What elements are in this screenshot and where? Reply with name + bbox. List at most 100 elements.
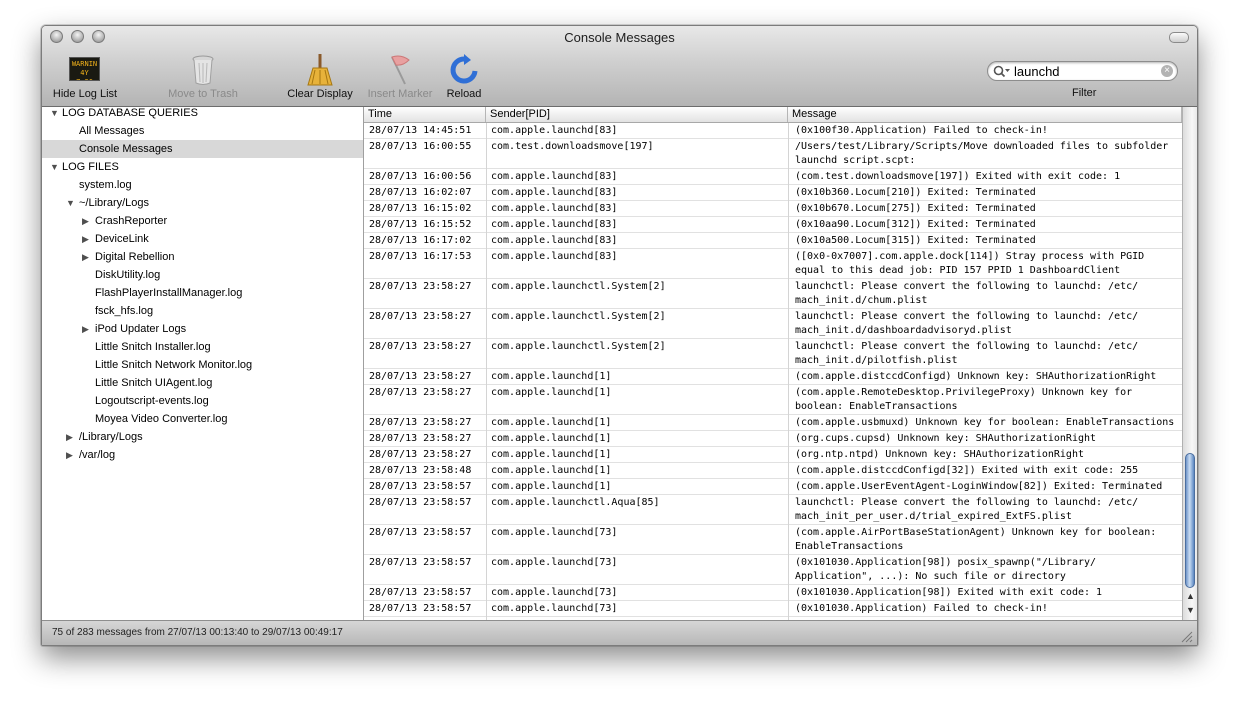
sidebar-item[interactable]: ▼ ~/Library/Logs	[42, 194, 363, 212]
sidebar-item[interactable]: ▶ /Library/Logs	[42, 428, 363, 446]
sidebar-item-label: LOG FILES	[62, 161, 119, 173]
sidebar-item[interactable]: ▶ DeviceLink	[42, 230, 363, 248]
sidebar-item[interactable]: system.log	[42, 176, 363, 194]
sidebar-item[interactable]: Console Messages	[42, 140, 363, 158]
toolbar-toggle-button[interactable]	[1169, 32, 1189, 43]
sidebar-item[interactable]: Little Snitch Network Monitor.log	[42, 356, 363, 374]
log-list-sidebar: ▼ LOG DATABASE QUERIES All Messages Console…	[42, 107, 364, 620]
clear-search-icon[interactable]: ×	[1161, 65, 1173, 77]
sender-cell: com.apple.launchd[1]	[491, 371, 612, 382]
sidebar-item-label: system.log	[79, 179, 132, 191]
sidebar-item-label: DeviceLink	[95, 233, 149, 245]
message-cell: (0x101030.Application[98]) Exited with e…	[795, 587, 1103, 598]
disclosure-open-icon[interactable]: ▼	[50, 104, 59, 122]
sender-cell: com.test.downloadsmove[197]	[491, 141, 654, 152]
disclosure-closed-icon[interactable]: ▶	[66, 428, 73, 446]
sidebar-item[interactable]: Little Snitch UIAgent.log	[42, 374, 363, 392]
message-cell: launchctl: Please convert the following …	[795, 497, 1139, 522]
filter-search-field[interactable]: ×	[987, 61, 1178, 81]
status-text: 75 of 283 messages from 27/07/13 00:13:4…	[52, 627, 343, 638]
sender-cell: com.apple.launchd[73]	[491, 557, 618, 568]
warning-log-icon: WARNIN 4Y 7:36	[69, 57, 100, 81]
marker-flag-icon	[391, 55, 410, 85]
sidebar-item[interactable]: ▼ LOG FILES	[42, 158, 363, 176]
time-cell: 28/07/13 23:58:27	[369, 417, 472, 428]
message-cell: (com.test.downloadsmove[197]) Exited wit…	[795, 171, 1121, 182]
sidebar-item-label: iPod Updater Logs	[95, 323, 187, 335]
hide-log-list-button[interactable]: WARNIN 4Y 7:36 Hide Log List	[51, 54, 119, 100]
disclosure-closed-icon[interactable]: ▶	[82, 230, 89, 248]
time-cell: 28/07/13 23:58:27	[369, 449, 472, 460]
message-cell: ([0x0-0x7007].com.apple.dock[114]) Stray…	[795, 251, 1145, 276]
time-cell: 28/07/13 23:58:57	[369, 497, 472, 508]
message-cell: launchctl: Please convert the following …	[795, 341, 1139, 366]
scrollbar-thumb[interactable]	[1185, 453, 1195, 588]
sidebar-item-label: fsck_hfs.log	[95, 305, 154, 317]
sidebar-item[interactable]: Logoutscript-events.log	[42, 392, 363, 410]
filter-label: Filter	[1072, 87, 1097, 99]
sidebar-item[interactable]: Moyea Video Converter.log	[42, 410, 363, 428]
message-cell: (0x101030.Application) Failed to check-i…	[795, 603, 1048, 614]
sidebar-item-label: All Messages	[79, 125, 145, 137]
time-cell: 28/07/13 16:15:02	[369, 203, 472, 214]
time-cell: 28/07/13 16:00:55	[369, 141, 472, 152]
sidebar-item-label: /Library/Logs	[79, 431, 143, 443]
clear-display-button[interactable]: Clear Display	[284, 54, 356, 100]
sender-cell: com.apple.launchd[1]	[491, 417, 612, 428]
column-header-time[interactable]: Time	[364, 107, 486, 122]
disclosure-open-icon[interactable]: ▼	[66, 194, 75, 212]
message-cell: (com.apple.distccdConfigd) Unknown key: …	[795, 371, 1157, 382]
scroll-up-arrow-icon[interactable]: ▲	[1186, 591, 1195, 601]
time-cell: 28/07/13 16:02:07	[369, 187, 472, 198]
scroll-down-arrow-icon[interactable]: ▼	[1186, 605, 1195, 615]
move-to-trash-button[interactable]: Move to Trash	[162, 54, 244, 100]
column-header-sender[interactable]: Sender[PID]	[486, 107, 788, 122]
sidebar-item[interactable]: FlashPlayerInstallManager.log	[42, 284, 363, 302]
message-cell: (0x10aa90.Locum[312]) Exited: Terminated	[795, 219, 1036, 230]
sidebar-item[interactable]: All Messages	[42, 122, 363, 140]
time-cell: 28/07/13 16:17:02	[369, 235, 472, 246]
sidebar-item[interactable]: ▶ Digital Rebellion	[42, 248, 363, 266]
sender-cell: com.apple.launchd[83]	[491, 125, 618, 136]
sender-cell: com.apple.launchctl.Aqua[85]	[491, 497, 660, 508]
sidebar-item[interactable]: ▼ LOG DATABASE QUERIES	[42, 104, 363, 122]
disclosure-closed-icon[interactable]: ▶	[82, 248, 89, 266]
title-toolbar: Console Messages WARNIN 4Y 7:36 Hide Log…	[42, 26, 1197, 107]
message-cell: /Users/test/Library/Scripts/Move downloa…	[795, 141, 1169, 166]
message-cell: (org.ntp.ntpd) Unknown key: SHAuthorizat…	[795, 449, 1084, 460]
reload-button[interactable]: Reload	[444, 54, 484, 100]
time-cell: 28/07/13 23:58:27	[369, 281, 472, 292]
message-cell: (com.apple.usbmuxd) Unknown key for bool…	[795, 417, 1175, 428]
time-cell: 28/07/13 14:45:51	[369, 125, 472, 136]
sidebar-item[interactable]: Little Snitch Installer.log	[42, 338, 363, 356]
search-input[interactable]	[1014, 64, 1154, 79]
sidebar-item[interactable]: ▶ /var/log	[42, 446, 363, 464]
time-cell: 28/07/13 23:58:57	[369, 481, 472, 492]
message-cell: (com.apple.UserEventAgent-LoginWindow[82…	[795, 481, 1163, 492]
message-cell: launchctl: Please convert the following …	[795, 281, 1139, 306]
disclosure-open-icon[interactable]: ▼	[50, 158, 59, 176]
sidebar-item[interactable]: ▶ CrashReporter	[42, 212, 363, 230]
disclosure-closed-icon[interactable]: ▶	[82, 320, 89, 338]
time-cell: 28/07/13 23:58:27	[369, 341, 472, 352]
time-cell: 28/07/13 23:58:57	[369, 587, 472, 598]
time-cell: 28/07/13 16:00:56	[369, 171, 472, 182]
sidebar-item-label: Little Snitch UIAgent.log	[95, 377, 213, 389]
disclosure-closed-icon[interactable]: ▶	[66, 446, 73, 464]
sidebar-item[interactable]: ▶ iPod Updater Logs	[42, 320, 363, 338]
sender-cell: com.apple.launchd[73]	[491, 527, 618, 538]
sidebar-item-label: /var/log	[79, 449, 116, 461]
sidebar-item[interactable]: fsck_hfs.log	[42, 302, 363, 320]
message-cell: (com.apple.distccdConfigd[32]) Exited wi…	[795, 465, 1139, 476]
insert-marker-button[interactable]: Insert Marker	[363, 54, 437, 100]
sender-cell: com.apple.launchd[1]	[491, 465, 612, 476]
vertical-scrollbar[interactable]: ▲ ▼	[1182, 107, 1197, 620]
sender-cell: com.apple.launchd[1]	[491, 433, 612, 444]
disclosure-closed-icon[interactable]: ▶	[82, 212, 89, 230]
resize-grip-icon[interactable]	[1181, 631, 1193, 643]
table-header: Time Sender[PID] Message	[364, 107, 1182, 123]
sidebar-item[interactable]: DiskUtility.log	[42, 266, 363, 284]
message-cell: (0x10b360.Locum[210]) Exited: Terminated	[795, 187, 1036, 198]
column-header-message[interactable]: Message	[788, 107, 1182, 122]
search-menu-icon[interactable]	[993, 65, 1011, 78]
